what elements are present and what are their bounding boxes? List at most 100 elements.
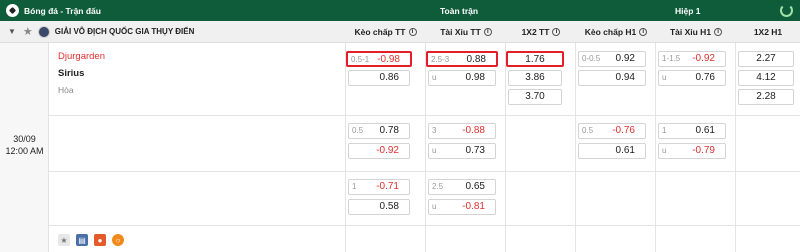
star-icon[interactable]: ★ — [23, 25, 33, 38]
draw-label: Hòa — [58, 85, 74, 95]
line: 0-0.5 — [582, 54, 601, 63]
odds-value: 0.73 — [465, 145, 485, 156]
line: 0.5-1 — [351, 55, 370, 64]
odds-value: 2.27 — [756, 53, 776, 64]
odds-cell-1x2-draw-h1[interactable]: 2.28 — [738, 89, 794, 105]
odds-value: 0.98 — [465, 72, 485, 83]
row-divider — [49, 115, 800, 116]
column-label: 1X2 TT — [521, 26, 550, 37]
line: 2.5-3 — [431, 55, 450, 64]
odds-value: -0.98 — [377, 54, 400, 65]
line: 1 — [352, 182, 357, 191]
odds-cell-home-handicap-ft[interactable]: 0.5 0.78 — [348, 123, 410, 139]
column-label: Kèo chấp TT — [354, 26, 406, 37]
line: u — [432, 202, 437, 211]
odds-value: -0.92 — [376, 145, 399, 156]
league-logo — [37, 25, 50, 38]
odds-cell-away-handicap-h1[interactable]: 0.61 — [578, 143, 646, 159]
odds-value: 3.70 — [525, 91, 545, 102]
odds-cell-1x2-draw-ft[interactable]: 3.70 — [508, 89, 562, 105]
line: u — [432, 73, 437, 82]
info-icon[interactable]: i — [639, 27, 648, 36]
odds-value: 0.58 — [379, 201, 399, 212]
odds-value: 0.86 — [379, 72, 399, 83]
star-icon[interactable]: ★ — [58, 234, 70, 246]
odds-cell-1x2-home-ft[interactable]: 1.76 — [506, 51, 564, 67]
odds-value: 2.28 — [756, 91, 776, 102]
match-time: 30/09 12:00 AM — [0, 133, 49, 157]
odds-value: 0.88 — [466, 54, 486, 65]
odds-cell-away-handicap-ft[interactable]: 0.86 — [348, 70, 410, 86]
home-team[interactable]: Djurgarden — [58, 51, 105, 62]
match-tools: ★ ▤ ● ○ — [58, 234, 124, 246]
odds-cell-under-h1[interactable]: u -0.79 — [658, 143, 726, 159]
odds-value: -0.76 — [612, 125, 635, 136]
odds-value: -0.81 — [462, 201, 485, 212]
league-header: ▼ ★ GIẢI VÔ ĐỊCH QUỐC GIA THỤY ĐIỂN Kèo … — [0, 21, 800, 43]
line: 0.5 — [582, 126, 594, 135]
breadcrumb: Bóng đá - Trận đấu — [24, 5, 101, 16]
odds-grid: 30/09 12:00 AM Djurgarden Sirius Hòa 0.5… — [0, 43, 800, 252]
odds-value: -0.71 — [376, 181, 399, 192]
away-team[interactable]: Sirius — [58, 68, 84, 79]
line: u — [662, 73, 667, 82]
odds-cell-home-handicap-ft[interactable]: 0.5-1 -0.98 — [346, 51, 412, 67]
odds-cell-under-h1[interactable]: u 0.76 — [658, 70, 726, 86]
odds-cell-home-handicap-ft[interactable]: 1 -0.71 — [348, 179, 410, 195]
time-column: 30/09 12:00 AM — [0, 43, 49, 252]
line: 3 — [432, 126, 437, 135]
odds-cell-away-handicap-ft[interactable]: -0.92 — [348, 143, 410, 159]
stats-icon[interactable]: ▤ — [76, 234, 88, 246]
odds-cell-1x2-home-h1[interactable]: 2.27 — [738, 51, 794, 67]
half-time-label: Hiệp 1 — [675, 5, 701, 16]
line: u — [432, 146, 437, 155]
odds-cell-1x2-away-h1[interactable]: 4.12 — [738, 70, 794, 86]
info-icon[interactable]: i — [714, 27, 723, 36]
column-1x2-ft: 1X2 TT i — [506, 21, 576, 42]
odds-cell-away-handicap-h1[interactable]: 0.94 — [578, 70, 646, 86]
info-icon[interactable]: i — [552, 27, 561, 36]
line: 1-1.5 — [662, 54, 681, 63]
divider — [575, 43, 576, 252]
column-label: Kèo chấp H1 — [584, 26, 637, 37]
odds-value: 4.12 — [756, 72, 776, 83]
odds-cell-under-ft[interactable]: u 0.73 — [428, 143, 496, 159]
divider — [345, 43, 346, 252]
chevron-down-icon[interactable]: ▼ — [8, 27, 16, 36]
soccer-ball-icon — [6, 4, 19, 17]
odds-value: 0.94 — [615, 72, 635, 83]
line: u — [662, 146, 667, 155]
match-date: 30/09 — [13, 134, 36, 144]
odds-cell-under-ft[interactable]: u -0.81 — [428, 199, 496, 215]
odds-value: 0.76 — [695, 72, 715, 83]
line: 1 — [662, 126, 667, 135]
divider — [505, 43, 506, 252]
live-icon[interactable]: ● — [94, 234, 106, 246]
divider — [425, 43, 426, 252]
odds-cell-over-ft[interactable]: 2.5-3 0.88 — [426, 51, 498, 67]
odds-cell-under-ft[interactable]: u 0.98 — [428, 70, 496, 86]
info-icon[interactable]: i — [483, 27, 492, 36]
odds-value: 0.92 — [615, 53, 635, 64]
refresh-icon[interactable] — [780, 4, 793, 17]
odds-cell-over-ft[interactable]: 2.5 0.65 — [428, 179, 496, 195]
odds-value: -0.88 — [462, 125, 485, 136]
info-icon[interactable]: i — [408, 27, 417, 36]
odds-cell-over-ft[interactable]: 3 -0.88 — [428, 123, 496, 139]
odds-cell-away-handicap-ft[interactable]: 0.58 — [348, 199, 410, 215]
top-bar: Bóng đá - Trận đấu Toàn trận Hiệp 1 — [0, 0, 800, 21]
column-label: 1X2 H1 — [753, 26, 783, 37]
odds-cell-home-handicap-h1[interactable]: 0-0.5 0.92 — [578, 51, 646, 67]
odds-cell-1x2-away-ft[interactable]: 3.86 — [508, 70, 562, 86]
odds-value: 1.76 — [525, 54, 545, 65]
match-kickoff: 12:00 AM — [5, 146, 44, 156]
odds-cell-over-h1[interactable]: 1-1.5 -0.92 — [658, 51, 726, 67]
odds-value: 3.86 — [525, 72, 545, 83]
odds-cell-home-handicap-h1[interactable]: 0.5 -0.76 — [578, 123, 646, 139]
odds-cell-over-h1[interactable]: 1 0.61 — [658, 123, 726, 139]
score-icon[interactable]: ○ — [112, 234, 124, 246]
column-1x2-h1: 1X2 H1 — [736, 21, 800, 42]
odds-value: 0.61 — [615, 145, 635, 156]
row-divider — [49, 171, 800, 172]
column-label: Tài Xỉu TT — [440, 26, 481, 37]
